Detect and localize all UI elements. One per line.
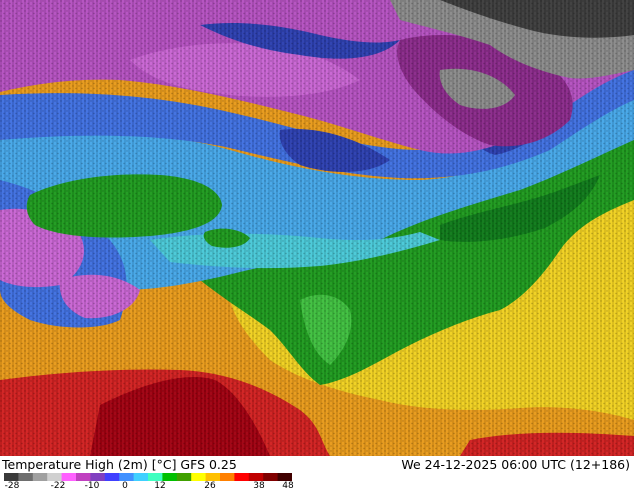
temperature-map — [0, 0, 634, 456]
legend-swatch — [248, 473, 264, 481]
dot-overlay — [0, 0, 634, 456]
legend-swatch — [162, 473, 178, 481]
legend-swatch — [76, 473, 91, 481]
legend-swatch — [263, 473, 279, 481]
legend-swatch — [176, 473, 192, 481]
legend-swatch — [61, 473, 77, 481]
legend-swatch — [119, 473, 135, 481]
legend-swatch — [148, 473, 163, 481]
legend-swatch — [205, 473, 221, 481]
legend-swatch — [277, 473, 292, 481]
legend-swatch — [18, 473, 34, 481]
map-title: Temperature High (2m) [°C] GFS 0.25 — [2, 457, 237, 472]
legend-swatch — [47, 473, 63, 481]
legend-swatch — [234, 473, 250, 481]
color-legend-bar — [4, 473, 292, 481]
legend-swatch — [32, 473, 48, 481]
legend-swatch — [4, 473, 19, 481]
forecast-datetime: We 24-12-2025 06:00 UTC (12+186) — [401, 457, 630, 472]
legend-swatch — [220, 473, 235, 481]
legend-swatch — [90, 473, 106, 481]
map-footer: Temperature High (2m) [°C] GFS 0.25 We 2… — [0, 456, 634, 491]
legend-swatch — [191, 473, 207, 481]
legend-swatch — [133, 473, 149, 481]
legend-swatch — [104, 473, 120, 481]
